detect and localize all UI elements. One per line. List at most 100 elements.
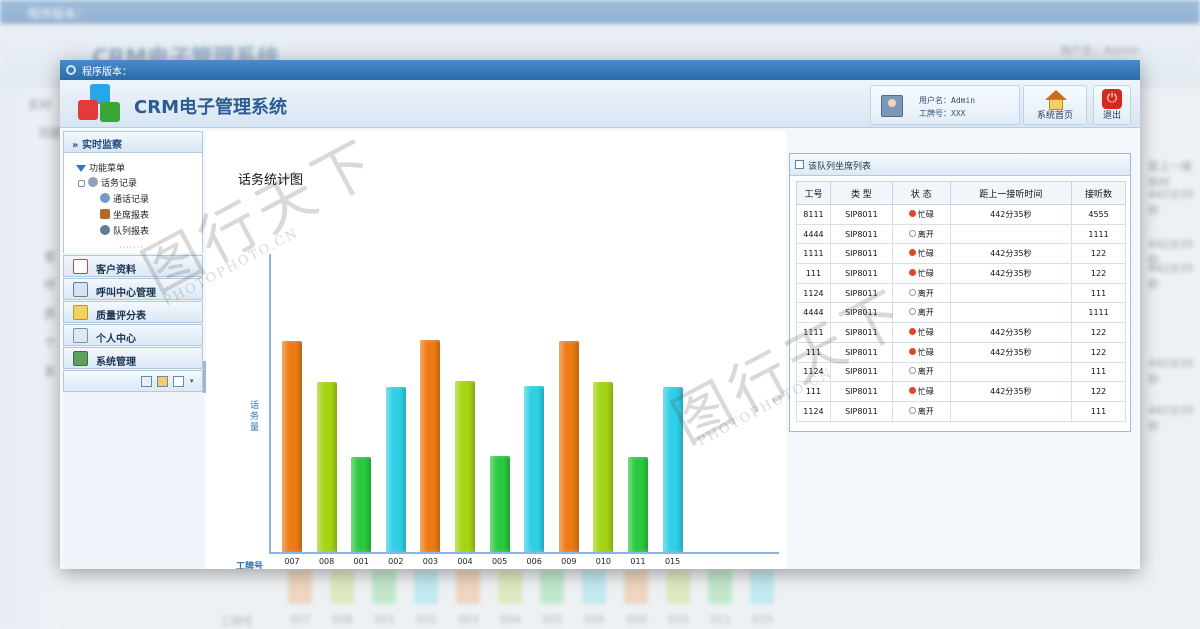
- table-cell: SIP8011: [829, 302, 893, 324]
- bar-006: [524, 386, 545, 552]
- home-button[interactable]: 系统首页: [1023, 85, 1087, 125]
- x-axis-label: 工牌号: [236, 562, 264, 569]
- nav-customer-data[interactable]: 客户资料: [63, 255, 203, 277]
- table-row[interactable]: 1111 SIP8011 忙碌 442分35秒 122: [796, 322, 1126, 343]
- bg-side-label: 客: [44, 250, 57, 264]
- table-cell: 442分35秒: [949, 243, 1073, 265]
- queue-panel-title: 该队列坐席列表: [808, 162, 872, 172]
- bg-side-label: 功能: [38, 126, 63, 140]
- table-row[interactable]: 1124 SIP8011 离开 111: [796, 282, 1126, 304]
- x-tick-label: 015: [664, 557, 681, 566]
- table-row[interactable]: 1124 SIP8011 离开 111: [796, 361, 1126, 383]
- table-cell: 1124: [796, 282, 831, 304]
- status-label: 离开: [917, 406, 934, 416]
- edit-icon[interactable]: [173, 376, 184, 387]
- nav-system-management[interactable]: 系统管理: [63, 347, 203, 369]
- table-row[interactable]: 1124 SIP8011 离开 111: [796, 400, 1126, 422]
- document-icon: [73, 328, 88, 343]
- table-cell: 111: [796, 381, 831, 402]
- logout-button[interactable]: ⏻ 退出: [1093, 85, 1131, 125]
- bar-007: [282, 341, 302, 552]
- user-info-box: 用户名：Admin 工牌号：XXX: [870, 85, 1020, 125]
- table-cell: 4444: [796, 223, 831, 245]
- bg-footer-tick: 009: [626, 613, 647, 626]
- away-status-icon: [908, 406, 916, 414]
- bg-footer-tick: 002: [416, 613, 437, 626]
- table-cell: [949, 223, 1073, 245]
- status-label: 忙碌: [917, 347, 934, 357]
- tree-root[interactable]: 功能菜单: [76, 161, 125, 174]
- tree-item-call-records[interactable]: 通话记录: [100, 192, 149, 205]
- x-tick-label: 007: [284, 557, 300, 566]
- chart-area: 话务统计图 话务量 工牌号 007 008 001 002 003 004 005 006 00…: [206, 131, 786, 569]
- expand-triangle-icon: [76, 165, 86, 172]
- x-tick-label: 003: [422, 557, 439, 566]
- column-header: 状 态: [891, 181, 951, 205]
- bar-001: [351, 457, 372, 552]
- bg-footer-bar: [582, 570, 606, 604]
- bar-008: [316, 382, 337, 552]
- busy-status-icon: [908, 249, 916, 257]
- sidebar: » 实时监察 功能菜单 话务记录 通话记录 坐席报表 队列报表 ······· …: [63, 131, 207, 569]
- table-row[interactable]: 1111 SIP8011 忙碌 442分35秒 122: [796, 243, 1126, 265]
- status-label: 离开: [917, 308, 934, 318]
- table-cell: 忙碌: [891, 243, 951, 265]
- table-row[interactable]: 111 SIP8011 忙碌 442分35秒 122: [796, 263, 1126, 284]
- tree-group[interactable]: 话务记录: [78, 176, 137, 189]
- splitter-dots[interactable]: ·······: [119, 243, 144, 252]
- nav-quality-score[interactable]: 质量评分表: [63, 301, 203, 323]
- bg-footer-bar: [750, 570, 774, 604]
- table-cell: 忙碌: [891, 381, 951, 402]
- power-icon: ⏻: [1102, 89, 1122, 109]
- bg-side-label: 呼: [44, 278, 57, 292]
- bg-footer-bar: [288, 570, 312, 604]
- folder-icon[interactable]: [157, 376, 168, 387]
- tree-item-label: 坐席报表: [113, 211, 150, 221]
- table-cell: 1124: [796, 400, 831, 422]
- table-cell: 122: [1071, 263, 1126, 284]
- nav-callcenter-management[interactable]: 呼叫中心管理: [63, 278, 203, 300]
- table-row[interactable]: 111 SIP8011 忙碌 442分35秒 122: [796, 341, 1126, 363]
- table-cell: [949, 282, 1073, 304]
- nav-personal-center[interactable]: 个人中心: [63, 324, 203, 346]
- table-row[interactable]: 111 SIP8011 忙碌 442分35秒 122: [796, 381, 1126, 402]
- nav-label: 个人中心: [96, 334, 136, 345]
- app-header: CRM电子管理系统 用户名：Admin 工牌号：XXX 系统首页 ⏻ 退出: [60, 80, 1140, 128]
- table-cell: SIP8011: [829, 381, 893, 402]
- tree-item-queue-report[interactable]: 队列报表: [100, 224, 149, 237]
- table-row[interactable]: 4444 SIP8011 离开 1111: [796, 223, 1126, 245]
- sidebar-section-header[interactable]: » 实时监察: [63, 131, 203, 153]
- x-tick-label: 005: [491, 557, 508, 566]
- bg-footer-tick: 001: [374, 613, 395, 626]
- busy-status-icon: [908, 209, 916, 217]
- user-icon: [100, 225, 110, 235]
- tree-item-label: 通话记录: [113, 195, 150, 205]
- bg-user-line: 用户名：Admin: [1060, 44, 1140, 57]
- bg-footer-tick: 007: [290, 613, 311, 626]
- nav-label: 质量评分表: [96, 311, 146, 322]
- dropdown-arrow-icon[interactable]: ▾: [190, 377, 194, 385]
- bg-footer-bar: [372, 570, 396, 604]
- table-cell: SIP8011: [829, 263, 893, 284]
- bar-010: [593, 382, 614, 552]
- x-tick-label: 010: [595, 557, 612, 566]
- bar-011: [628, 457, 648, 552]
- double-chevron-icon: »: [72, 140, 79, 151]
- table-cell: SIP8011: [829, 322, 893, 343]
- column-header: 类 型: [829, 181, 893, 205]
- panel-toggle-icon[interactable]: [795, 160, 804, 169]
- grid-view-icon[interactable]: [141, 376, 152, 387]
- contact-card-icon: [73, 282, 88, 297]
- table-cell: 4555: [1071, 204, 1126, 225]
- tree-item-seat-report[interactable]: 坐席报表: [100, 208, 149, 221]
- bg-footer-tick: 010: [668, 613, 689, 626]
- table-row[interactable]: 8111 SIP8011 忙碌 442分35秒 4555: [796, 204, 1126, 225]
- logo-cube-icon: [78, 84, 126, 126]
- x-tick-label: 006: [526, 557, 542, 566]
- table-row[interactable]: 4444 SIP8011 离开 1111: [796, 302, 1126, 324]
- table-cell: SIP8011: [829, 341, 893, 363]
- x-tick-label: 009: [561, 557, 577, 566]
- bg-right-note: 442分35秒: [1148, 404, 1194, 433]
- table-cell: 忙碌: [891, 204, 951, 225]
- collapse-box-icon: [78, 180, 85, 187]
